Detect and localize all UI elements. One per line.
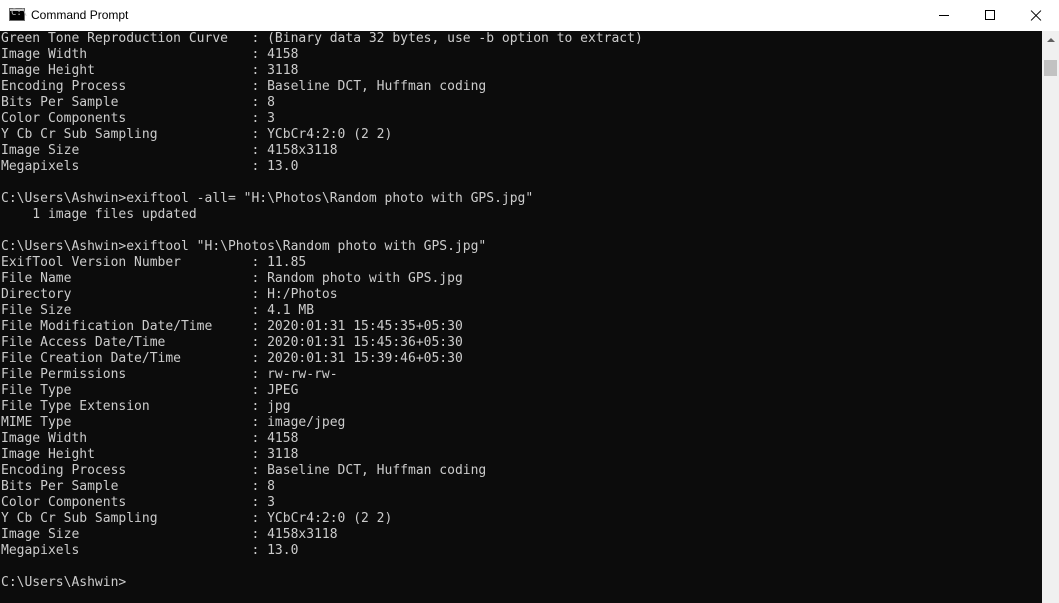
- vertical-scrollbar[interactable]: [1042, 31, 1059, 603]
- console-line: C:\Users\Ashwin>exiftool "H:\Photos\Rand…: [1, 239, 487, 254]
- console-line: Image Size : 4158x3118: [1, 527, 338, 542]
- title-bar[interactable]: C:\ Command Prompt: [0, 0, 1059, 31]
- console-line: File Type : JPEG: [1, 383, 299, 398]
- console-line: C:\Users\Ashwin>exiftool -all= "H:\Photo…: [1, 191, 534, 206]
- console-line: Directory : H:/Photos: [1, 287, 338, 302]
- console-line: MIME Type : image/jpeg: [1, 415, 346, 430]
- console-line: Encoding Process : Baseline DCT, Huffman…: [1, 463, 487, 478]
- console-line: Megapixels : 13.0: [1, 159, 299, 174]
- console-line: File Creation Date/Time : 2020:01:31 15:…: [1, 351, 463, 366]
- console-line: ExifTool Version Number : 11.85: [1, 255, 307, 270]
- console-line: Bits Per Sample : 8: [1, 479, 275, 494]
- console-output[interactable]: Green Tone Reproduction Curve : (Binary …: [0, 31, 1042, 603]
- console-line: Image Size : 4158x3118: [1, 143, 338, 158]
- close-button[interactable]: [1013, 0, 1059, 30]
- console-line: Y Cb Cr Sub Sampling : YCbCr4:2:0 (2 2): [1, 511, 393, 526]
- console-line: Color Components : 3: [1, 111, 275, 126]
- console-line: File Size : 4.1 MB: [1, 303, 315, 318]
- console-line: Bits Per Sample : 8: [1, 95, 275, 110]
- window-title: Command Prompt: [31, 8, 129, 22]
- console-line: Image Height : 3118: [1, 447, 299, 462]
- console-line: File Name : Random photo with GPS.jpg: [1, 271, 463, 286]
- console-line: Image Width : 4158: [1, 47, 299, 62]
- console-line: File Modification Date/Time : 2020:01:31…: [1, 319, 463, 334]
- console-line: Color Components : 3: [1, 495, 275, 510]
- console-line: Image Height : 3118: [1, 63, 299, 78]
- minimize-icon: [939, 14, 949, 16]
- command-prompt-icon[interactable]: C:\: [9, 8, 28, 21]
- minimize-button[interactable]: [921, 0, 967, 30]
- maximize-button[interactable]: [967, 0, 1013, 30]
- icon-glyph: C:\: [11, 8, 28, 18]
- console-line: C:\Users\Ashwin>: [1, 575, 127, 590]
- maximize-icon: [985, 10, 995, 20]
- console-line: Green Tone Reproduction Curve : (Binary …: [1, 31, 643, 46]
- scroll-up-button[interactable]: [1042, 31, 1059, 48]
- console-line: File Access Date/Time : 2020:01:31 15:45…: [1, 335, 463, 350]
- console-line: File Type Extension : jpg: [1, 399, 291, 414]
- close-icon: [1030, 9, 1042, 21]
- chevron-up-icon: [1046, 37, 1055, 42]
- console-line: Encoding Process : Baseline DCT, Huffman…: [1, 79, 487, 94]
- command-prompt-window: C:\ Command Prompt Green Tone Reproducti…: [0, 0, 1059, 603]
- console-line: File Permissions : rw-rw-rw-: [1, 367, 338, 382]
- scrollbar-thumb[interactable]: [1044, 60, 1057, 76]
- console-line: Image Width : 4158: [1, 431, 299, 446]
- console-line: Y Cb Cr Sub Sampling : YCbCr4:2:0 (2 2): [1, 127, 393, 142]
- console-line: Megapixels : 13.0: [1, 543, 299, 558]
- console-line: 1 image files updated: [1, 207, 197, 222]
